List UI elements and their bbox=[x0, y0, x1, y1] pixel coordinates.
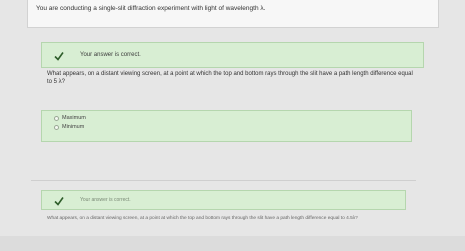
option-minimum[interactable]: Minimum bbox=[54, 123, 84, 131]
homework-page: You are conducting a single-slit diffrac… bbox=[0, 0, 465, 251]
option-maximum[interactable]: Maximum bbox=[54, 114, 86, 122]
checkmark-icon bbox=[54, 52, 64, 61]
question-prompt: You are conducting a single-slit diffrac… bbox=[36, 5, 266, 12]
question-part2: What appears, on a distant viewing scree… bbox=[47, 216, 358, 221]
feedback-correct-part1: Your answer is correct. bbox=[41, 42, 424, 68]
feedback-correct-part2: Your answer is correct. bbox=[41, 190, 406, 210]
radio-icon[interactable] bbox=[54, 115, 59, 121]
divider bbox=[31, 180, 416, 181]
bottom-band bbox=[0, 236, 465, 251]
radio-icon[interactable] bbox=[54, 124, 59, 130]
answer-options: Maximum Minimum bbox=[41, 110, 412, 142]
option-label: Maximum bbox=[62, 115, 86, 121]
feedback-text: Your answer is correct. bbox=[80, 197, 131, 203]
question-header: You are conducting a single-slit diffrac… bbox=[27, 0, 439, 28]
question-part1: What appears, on a distant viewing scree… bbox=[47, 71, 413, 85]
option-label: Minimum bbox=[62, 124, 85, 130]
feedback-text: Your answer is correct. bbox=[80, 52, 141, 58]
checkmark-icon bbox=[54, 197, 64, 206]
